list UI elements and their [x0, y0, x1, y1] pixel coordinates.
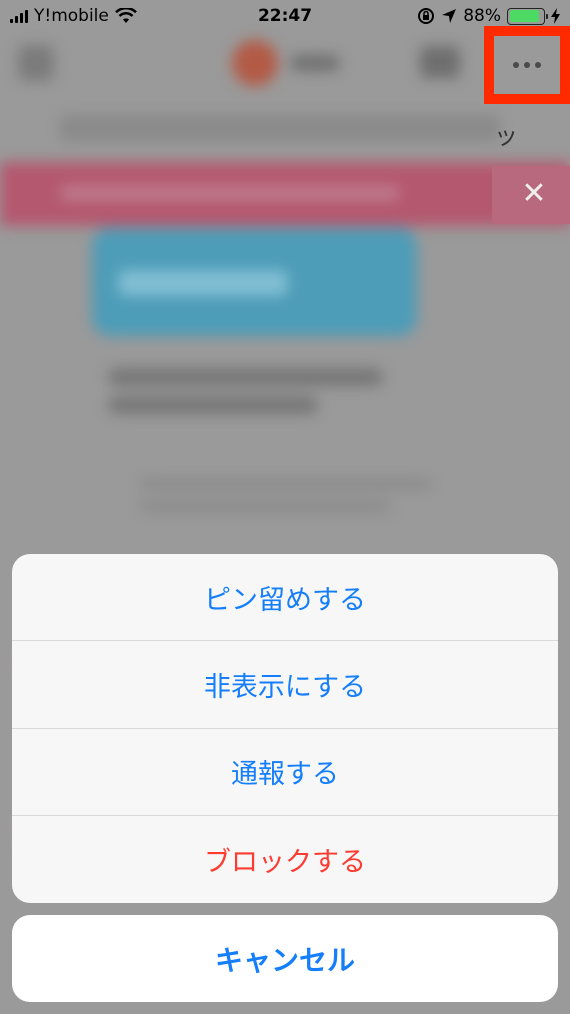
cancel-button[interactable]: キャンセル	[12, 915, 558, 1002]
close-icon[interactable]: ✕	[518, 178, 550, 210]
orientation-lock-icon	[418, 8, 435, 24]
status-right: 88%	[417, 6, 560, 26]
charging-icon	[551, 8, 560, 24]
carrier-name: Y!mobile	[34, 6, 109, 26]
tab-bar	[60, 115, 500, 141]
battery-percent: 88%	[463, 6, 501, 26]
avatar	[232, 40, 278, 86]
header-icon	[420, 46, 460, 78]
more-horizontal-icon[interactable]	[513, 62, 541, 68]
status-bar: Y!mobile 22:47 88%	[0, 0, 570, 32]
message-text	[140, 478, 430, 490]
wifi-icon	[114, 8, 137, 23]
profile-name	[290, 55, 340, 71]
tab-partial-label: ッ	[494, 122, 518, 150]
pin-button[interactable]: ピン留めする	[12, 554, 558, 642]
banner-text	[60, 186, 400, 200]
action-sheet: ピン留めする 非表示にする 通報する ブロックする	[12, 554, 558, 903]
battery-level-fill	[509, 10, 539, 22]
message-text	[140, 500, 390, 512]
signal-icon	[10, 9, 28, 23]
report-button[interactable]: 通報する	[12, 729, 558, 816]
status-left: Y!mobile	[10, 6, 137, 26]
more-button-highlight[interactable]	[484, 26, 570, 104]
message-text	[108, 396, 318, 414]
block-button[interactable]: ブロックする	[12, 816, 558, 903]
location-icon	[442, 9, 457, 23]
back-icon	[18, 45, 54, 81]
hide-button[interactable]: 非表示にする	[12, 641, 558, 729]
message-text	[108, 368, 383, 386]
message-bubble-text	[118, 270, 288, 296]
battery-icon	[507, 7, 548, 25]
